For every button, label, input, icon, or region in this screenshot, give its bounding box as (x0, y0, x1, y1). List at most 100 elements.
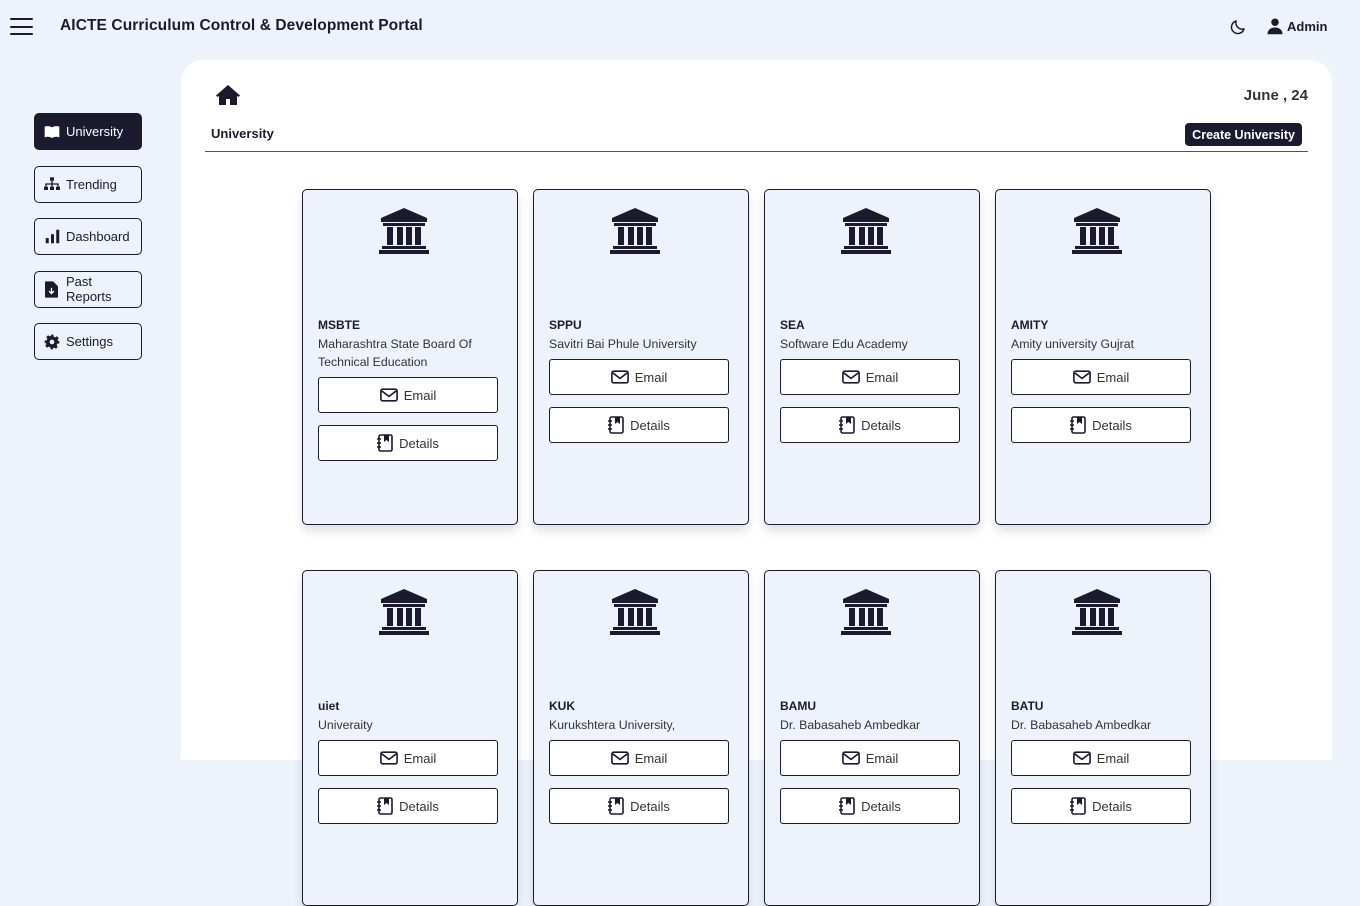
email-button[interactable]: Email (1011, 359, 1191, 395)
sidebar-item-dashboard[interactable]: Dashboard (34, 218, 142, 255)
details-button[interactable]: Details (549, 407, 729, 443)
details-label: Details (630, 798, 670, 814)
email-label: Email (403, 387, 437, 403)
email-label: Email (1096, 369, 1130, 385)
user-label: Admin (1287, 18, 1328, 34)
email-button[interactable]: Email (318, 377, 498, 413)
user-icon (1267, 18, 1283, 35)
university-card: uiet Univeraity Email Details (302, 570, 518, 906)
university-name: Amity university Gujrat (1011, 337, 1134, 351)
main-panel: June , 24 University Create University M… (181, 60, 1332, 906)
envelope-icon (379, 388, 398, 402)
file-download-icon (44, 280, 60, 298)
envelope-icon (610, 751, 629, 765)
university-building-icon (379, 589, 429, 635)
sidebar-item-settings[interactable]: Settings (34, 323, 142, 360)
university-card: KUK Kurukshtera University, Email Detail… (533, 570, 749, 906)
notebook-bookmark-icon (377, 797, 393, 815)
university-code: AMITY (1011, 318, 1049, 332)
email-button[interactable]: Email (549, 740, 729, 776)
email-label: Email (403, 750, 437, 766)
university-code: BAMU (780, 699, 816, 713)
notebook-bookmark-icon (377, 434, 393, 452)
university-code: SEA (780, 318, 805, 332)
university-code: BATU (1011, 699, 1044, 713)
notebook-bookmark-icon (608, 416, 624, 434)
bar-chart-icon (44, 229, 60, 245)
details-button[interactable]: Details (780, 407, 960, 443)
details-button[interactable]: Details (318, 788, 498, 824)
university-card: SEA Software Edu Academy Email Details (764, 189, 980, 525)
details-label: Details (630, 417, 670, 433)
dark-mode-moon-icon[interactable] (1229, 18, 1247, 36)
email-label: Email (1096, 750, 1130, 766)
university-card: BATU Dr. Babasaheb Ambedkar Email Detail… (995, 570, 1211, 906)
university-card: MSBTE Maharashtra State Board Of Technic… (302, 189, 518, 525)
sidebar-item-university[interactable]: University (34, 113, 142, 150)
email-button[interactable]: Email (780, 740, 960, 776)
university-building-icon (1072, 208, 1122, 254)
gear-icon (44, 334, 60, 350)
details-button[interactable]: Details (1011, 788, 1191, 824)
sidebar-item-label: Dashboard (66, 229, 130, 244)
details-label: Details (399, 798, 439, 814)
details-label: Details (1092, 417, 1132, 433)
sidebar: University Trending Dashboard Past Repor… (34, 113, 142, 376)
details-button[interactable]: Details (318, 425, 498, 461)
university-building-icon (610, 589, 660, 635)
university-name: Kurukshtera University, (549, 718, 676, 732)
university-code: KUK (549, 699, 575, 713)
university-code: MSBTE (318, 318, 360, 332)
university-name: Maharashtra State Board Of Technical Edu… (318, 337, 472, 369)
envelope-icon (1072, 751, 1091, 765)
university-card: BAMU Dr. Babasaheb Ambedkar Email Detail… (764, 570, 980, 906)
sidebar-item-trending[interactable]: Trending (34, 165, 142, 203)
envelope-icon (841, 751, 860, 765)
details-button[interactable]: Details (780, 788, 960, 824)
email-button[interactable]: Email (318, 740, 498, 776)
university-name: Software Edu Academy (780, 337, 908, 351)
envelope-icon (841, 370, 860, 384)
hamburger-menu-icon[interactable] (10, 18, 33, 35)
university-building-icon (841, 208, 891, 254)
university-name: Dr. Babasaheb Ambedkar (780, 718, 921, 732)
email-button[interactable]: Email (780, 359, 960, 395)
sidebar-item-label: Settings (66, 334, 113, 349)
notebook-bookmark-icon (1070, 416, 1086, 434)
create-university-button[interactable]: Create University (1185, 123, 1302, 146)
book-open-icon (44, 124, 60, 140)
university-building-icon (1072, 589, 1122, 635)
email-label: Email (634, 750, 668, 766)
details-label: Details (399, 435, 439, 451)
details-label: Details (1092, 798, 1132, 814)
details-button[interactable]: Details (1011, 407, 1191, 443)
envelope-icon (610, 370, 629, 384)
sidebar-item-label: Trending (66, 176, 117, 192)
section-title: University (211, 126, 274, 141)
university-card: AMITY Amity university Gujrat Email Deta… (995, 189, 1211, 525)
details-label: Details (861, 798, 901, 814)
top-bar: AICTE Curriculum Control & Development P… (0, 0, 1360, 54)
sidebar-item-label: University (66, 124, 124, 139)
university-code: uiet (318, 699, 340, 713)
user-menu[interactable]: Admin (1266, 17, 1327, 35)
university-building-icon (610, 208, 660, 254)
university-building-icon (841, 589, 891, 635)
email-button[interactable]: Email (1011, 740, 1191, 776)
university-code: SPPU (549, 318, 582, 332)
sidebar-item-past-reports[interactable]: Past Reports (34, 270, 142, 308)
notebook-bookmark-icon (608, 797, 624, 815)
app-title: AICTE Curriculum Control & Development P… (60, 17, 423, 34)
details-button[interactable]: Details (549, 788, 729, 824)
university-name: Savitri Bai Phule University (549, 337, 697, 351)
home-icon[interactable] (216, 84, 240, 106)
university-building-icon (379, 208, 429, 254)
email-label: Email (634, 369, 668, 385)
email-label: Email (865, 369, 899, 385)
sitemap-icon (44, 176, 60, 192)
notebook-bookmark-icon (839, 797, 855, 815)
university-name: Univeraity (318, 718, 373, 732)
email-button[interactable]: Email (549, 359, 729, 395)
university-card: SPPU Savitri Bai Phule University Email … (533, 189, 749, 525)
divider (205, 151, 1308, 152)
